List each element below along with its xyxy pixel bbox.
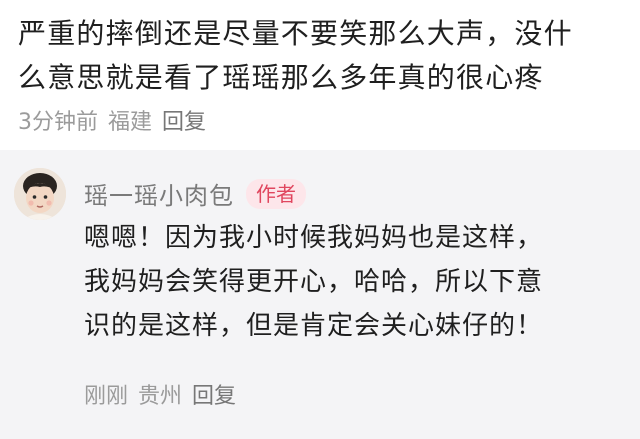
reply-time: 刚刚 <box>84 384 129 409</box>
comment-text: 严重的摔倒还是尽量不要笑那么大声，没什 么意思就是看了瑶瑶那么多年真的很心疼 <box>18 12 628 100</box>
reply-author-name[interactable]: 瑶一瑶小肉包 <box>84 176 234 211</box>
reply-reply-button[interactable]: 回复 <box>192 378 236 410</box>
comment-time: 3分钟前 <box>18 110 98 135</box>
reply-meta: 刚刚 贵州 回复 <box>84 378 236 410</box>
comment-line-1: 严重的摔倒还是尽量不要笑那么大声，没什 <box>18 17 573 50</box>
comment-meta: 3分钟前 福建 回复 <box>18 104 206 136</box>
comment-location: 福建 <box>108 110 153 135</box>
comment-thread: 严重的摔倒还是尽量不要笑那么大声，没什 么意思就是看了瑶瑶那么多年真的很心疼 3… <box>0 0 640 439</box>
author-badge: 作者 <box>246 178 306 209</box>
reply-location: 贵州 <box>138 384 183 409</box>
comment-reply-button[interactable]: 回复 <box>162 104 206 136</box>
avatar[interactable] <box>14 168 66 220</box>
reply-line-1: 嗯嗯！因为我小时候我妈妈也是这样， <box>84 223 544 253</box>
child-avatar-icon <box>14 168 66 220</box>
reply-box: 瑶一瑶小肉包 作者 嗯嗯！因为我小时候我妈妈也是这样， 我妈妈会笑得更开心，哈哈… <box>0 150 640 439</box>
reply-line-3: 识的是这样，但是肯定会关心妹仔的！ <box>84 311 544 341</box>
comment-line-2: 么意思就是看了瑶瑶那么多年真的很心疼 <box>18 61 544 94</box>
reply-text: 嗯嗯！因为我小时候我妈妈也是这样， 我妈妈会笑得更开心，哈哈，所以下意 识的是这… <box>84 216 624 348</box>
reply-name-row: 瑶一瑶小肉包 作者 <box>84 176 306 211</box>
reply-line-2: 我妈妈会笑得更开心，哈哈，所以下意 <box>84 267 544 297</box>
